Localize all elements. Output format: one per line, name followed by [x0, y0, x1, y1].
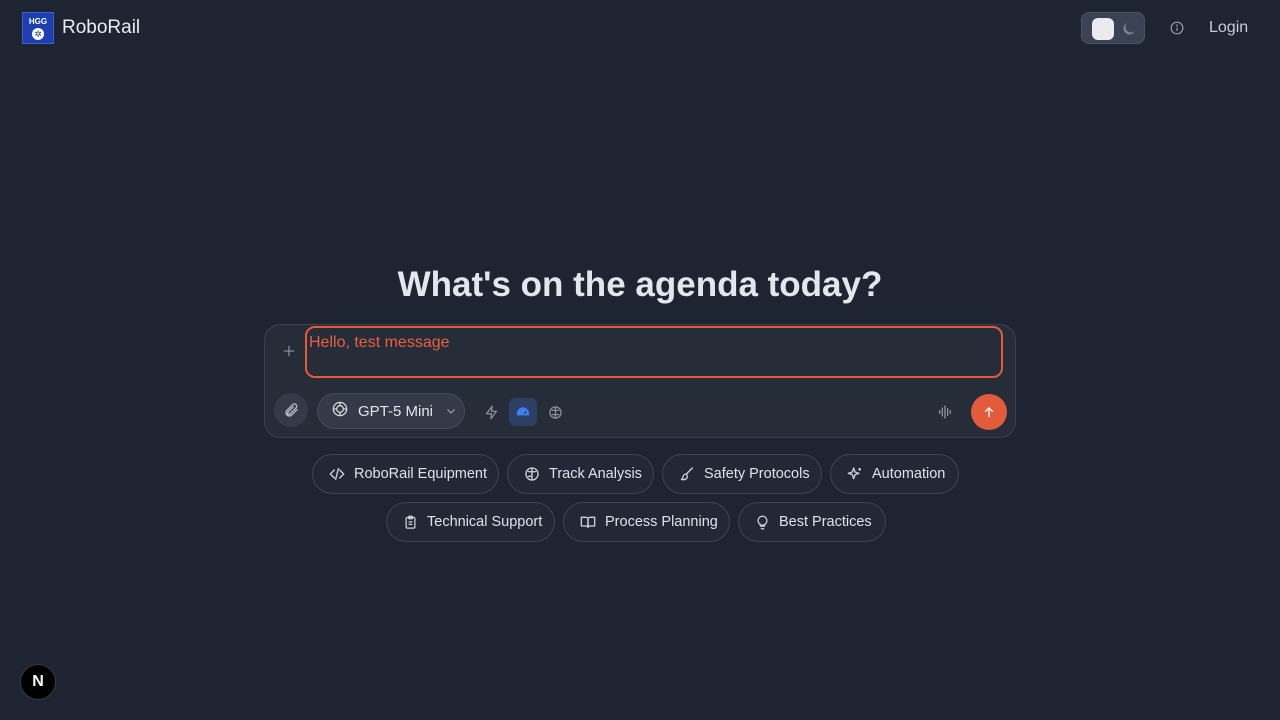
paperclip-icon[interactable] — [274, 393, 308, 427]
waveform-icon[interactable] — [934, 401, 956, 423]
nextjs-dev-badge[interactable]: N — [20, 664, 56, 700]
send-button[interactable] — [971, 394, 1007, 430]
suggestion-label: Process Planning — [605, 514, 718, 530]
lightning-icon[interactable] — [477, 398, 505, 426]
suggestion-roborail-equipment[interactable]: RoboRail Equipment — [312, 454, 499, 494]
clipboard-icon — [405, 515, 416, 529]
header: HGG ✲ RoboRail Login — [0, 0, 1280, 56]
page-title: What's on the agenda today? — [397, 265, 883, 304]
brush-icon — [680, 467, 693, 481]
gauge-icon[interactable] — [509, 398, 537, 426]
openai-icon — [330, 399, 350, 423]
sparkles-icon — [847, 467, 861, 480]
suggestion-process-planning[interactable]: Process Planning — [563, 502, 730, 542]
hgg-logo[interactable]: HGG ✲ — [22, 12, 54, 44]
suggestion-label: Technical Support — [427, 514, 543, 530]
brand-name[interactable]: RoboRail — [62, 17, 140, 39]
brain-icon[interactable] — [541, 398, 569, 426]
suggestion-best-practices[interactable]: Best Practices — [738, 502, 886, 542]
login-link[interactable]: Login — [1209, 19, 1248, 37]
logo-text: HGG — [28, 16, 48, 26]
chevron-down-icon — [445, 405, 457, 417]
code-icon — [329, 468, 345, 480]
suggestion-label: Automation — [872, 466, 946, 482]
suggestion-technical-support[interactable]: Technical Support — [386, 502, 555, 542]
info-icon[interactable] — [1167, 18, 1187, 38]
theme-toggle[interactable] — [1081, 12, 1145, 44]
message-input[interactable] — [305, 326, 1003, 378]
suggestion-label: Best Practices — [779, 514, 872, 530]
chat-composer: GPT-5 Mini — [264, 324, 1016, 438]
moon-icon — [1118, 18, 1140, 40]
wheel-icon: ✲ — [32, 27, 44, 40]
plus-icon[interactable] — [279, 341, 299, 361]
suggestion-label: Track Analysis — [549, 466, 642, 482]
model-selector[interactable]: GPT-5 Mini — [317, 393, 465, 429]
brain-icon — [525, 467, 539, 481]
lightbulb-icon — [757, 515, 768, 529]
book-icon — [580, 516, 596, 528]
suggestion-label: RoboRail Equipment — [354, 466, 487, 482]
suggestion-safety-protocols[interactable]: Safety Protocols — [662, 454, 822, 494]
suggestion-automation[interactable]: Automation — [830, 454, 959, 494]
suggestion-track-analysis[interactable]: Track Analysis — [507, 454, 654, 494]
model-label: GPT-5 Mini — [358, 402, 434, 420]
sun-icon — [1092, 18, 1114, 40]
suggestion-label: Safety Protocols — [704, 466, 810, 482]
